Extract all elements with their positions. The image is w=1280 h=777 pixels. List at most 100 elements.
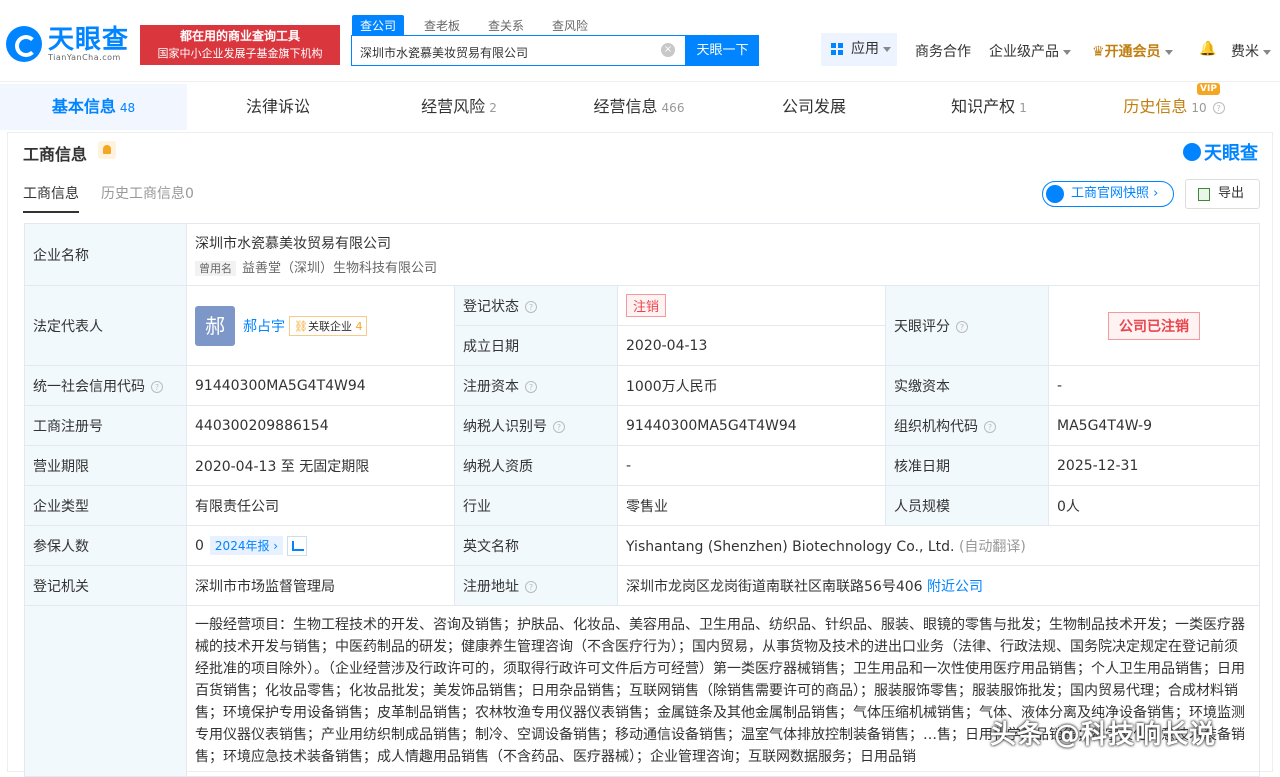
found-date: 2020-04-13 [617,325,886,366]
bell-icon[interactable]: 🔔 [1199,41,1216,57]
table-row: 参保人数 0 2024年报 › 英文名称 Yishantang (Shenzhen… [24,525,1260,566]
table-row: 企业类型 有限责任公司 行业 零售业 人员规模 0人 [24,485,1260,526]
search-tab-company[interactable]: 查公司 [352,15,405,36]
reg-status-cell: 注销 [617,285,886,326]
search-tab-relation[interactable]: 查关系 [480,15,532,36]
nav-enterprise[interactable]: 企业级产品 [989,41,1071,61]
search-button[interactable]: 天眼一下 [686,35,759,66]
term-label: 营业期限 [24,445,187,486]
insured-label: 参保人数 [24,525,187,566]
rating-stamp: 公司已注销 [1108,311,1200,340]
former-name-row: 曾用名 益善堂（深圳）生物科技有限公司 [195,257,1251,276]
year-report-label: 2024年报 [214,538,270,553]
promo-banner[interactable]: 都在用的商业查询工具 国家中小企业发展子基金旗下机构 [140,25,340,65]
help-icon[interactable]: ? [956,320,968,333]
tab-ip[interactable]: 知识产权 1 [899,84,1079,130]
subtab-business-info[interactable]: 工商信息 [23,183,79,213]
nav-business[interactable]: 商务合作 [915,41,971,61]
tab-label: 知识产权 [951,97,1016,116]
tab-risk[interactable]: 经营风险 2 [369,84,549,130]
vip-badge: VIP [1197,83,1220,95]
top-header: 天眼查 TianYanCha.com 都在用的商业查询工具 国家中小企业发展子基… [0,0,1280,82]
bell-icon[interactable] [98,141,116,159]
term: 2020-04-13 至 无固定期限 [186,445,455,486]
business-info-section: 工商信息 天眼查 工商信息 历史工商信息0 工商官网快照 › 导出 企业名称 深… [7,132,1273,777]
tab-legal[interactable]: 法律诉讼 [187,84,369,130]
taxpayer-id: 91440300MA5G4T4W94 [617,405,886,446]
related-count: 4 [355,319,363,333]
section-title: 工商信息 [23,145,88,164]
table-row: 工商注册号 440300209886154 纳税人识别号? 91440300MA… [24,405,1260,446]
scope-label [24,605,187,777]
section-logo-text: 天眼查 [1204,143,1258,164]
link-icon: ⛓ [294,319,308,333]
gov-snapshot-button[interactable]: 工商官网快照 › [1042,181,1174,207]
company-name-label: 企业名称 [24,223,187,286]
search-input[interactable]: 深圳市水瓷慕美妆贸易有限公司 × [351,35,686,66]
reg-status-label: 登记状态 [463,298,519,315]
legal-rep-label: 法定代表人 [24,285,187,366]
subtab-history[interactable]: 历史工商信息0 [101,183,194,213]
chevron-down-icon [1263,49,1271,55]
tab-label: 经营信息 [593,97,658,116]
address-cell: 深圳市龙岗区龙岗街道南联社区南联路56号406 附近公司 [617,565,1260,606]
legal-rep-cell: 郝郝占宇 ⛓关联企业 4 [186,285,455,366]
insured-count: 0 [195,537,204,554]
export-label: 导出 [1218,186,1245,201]
auto-translate: (自动翻译) [958,538,1026,555]
nav-vip[interactable]: ♛开通会员 [1092,41,1173,61]
paid-capital: - [1048,365,1260,406]
reg-capital-label: 注册资本 [463,378,519,395]
tab-basic-info[interactable]: 基本信息 48 [0,84,187,130]
org-code-label: 组织机构代码 [894,418,978,435]
table-row: 企业名称 深圳市水瓷慕美妆贸易有限公司 曾用名 益善堂（深圳）生物科技有限公司 [24,223,1260,286]
table-row: 登记机关 深圳市市场监督管理局 注册地址? 深圳市龙岗区龙岗街道南联社区南联路5… [24,565,1260,606]
year-report-tag[interactable]: 2024年报 › [209,535,284,555]
en-name-cell: Yishantang (Shenzhen) Biotechnology Co.,… [617,525,1260,566]
eye-logo-icon [1183,143,1201,161]
en-name-label: 英文名称 [454,525,618,566]
rating-label: 天眼评分 [894,318,950,335]
eye-logo-icon [6,26,42,62]
help-icon[interactable]: ? [525,300,537,313]
found-date-label: 成立日期 [454,325,618,366]
site-logo[interactable]: 天眼查 TianYanCha.com [6,26,129,62]
tab-history[interactable]: 历史信息 10? VIP [1079,83,1269,130]
logo-cn: 天眼查 [48,24,130,55]
user-menu[interactable]: 费米 [1231,41,1271,61]
org-code-label-cell: 组织机构代码? [885,405,1049,446]
type-label: 企业类型 [24,485,187,526]
help-icon[interactable]: ? [525,580,537,593]
avatar[interactable]: 郝 [195,305,235,346]
credit-code-label-cell: 统一社会信用代码? [24,365,187,406]
help-icon[interactable]: ? [984,420,996,433]
tab-development[interactable]: 公司发展 [729,84,899,130]
apps-menu-button[interactable]: 应用 [821,33,897,66]
clear-icon[interactable]: × [661,43,675,57]
nearby-link[interactable]: 附近公司 [927,579,983,595]
help-icon[interactable]: ? [151,380,163,393]
search-tab-boss[interactable]: 查老板 [416,15,468,36]
status-badge: 注销 [626,294,667,317]
tab-count: 10 [1191,101,1207,115]
section-logo: 天眼查 [1183,139,1258,165]
help-icon[interactable]: ? [525,380,537,393]
excel-icon [1198,188,1210,201]
paid-capital-label: 实缴资本 [885,365,1049,406]
user-name: 费米 [1231,44,1259,60]
search-tab-risk[interactable]: 查风险 [544,15,596,36]
export-button[interactable]: 导出 [1185,179,1260,209]
company-type: 有限责任公司 [186,485,455,526]
logo-en: TianYanCha.com [48,52,121,62]
legal-rep-link[interactable]: 郝占宇 [243,319,285,335]
person-icon [1046,185,1064,203]
tab-operation[interactable]: 经营信息 466 [549,84,729,130]
insured-cell: 0 2024年报 › [186,525,455,566]
org-code: MA5G4T4W-9 [1048,405,1260,446]
reg-capital-label-cell: 注册资本? [454,365,618,406]
related-company-tag[interactable]: ⛓关联企业 4 [289,315,368,336]
chart-icon[interactable] [287,535,308,556]
main-tabs: 基本信息 48 法律诉讼 经营风险 2 经营信息 466 公司发展 知识产权 1 历史信… [0,83,1280,132]
help-icon[interactable]: ? [553,420,565,433]
search-input-value: 深圳市水瓷慕美妆贸易有限公司 [360,46,529,60]
